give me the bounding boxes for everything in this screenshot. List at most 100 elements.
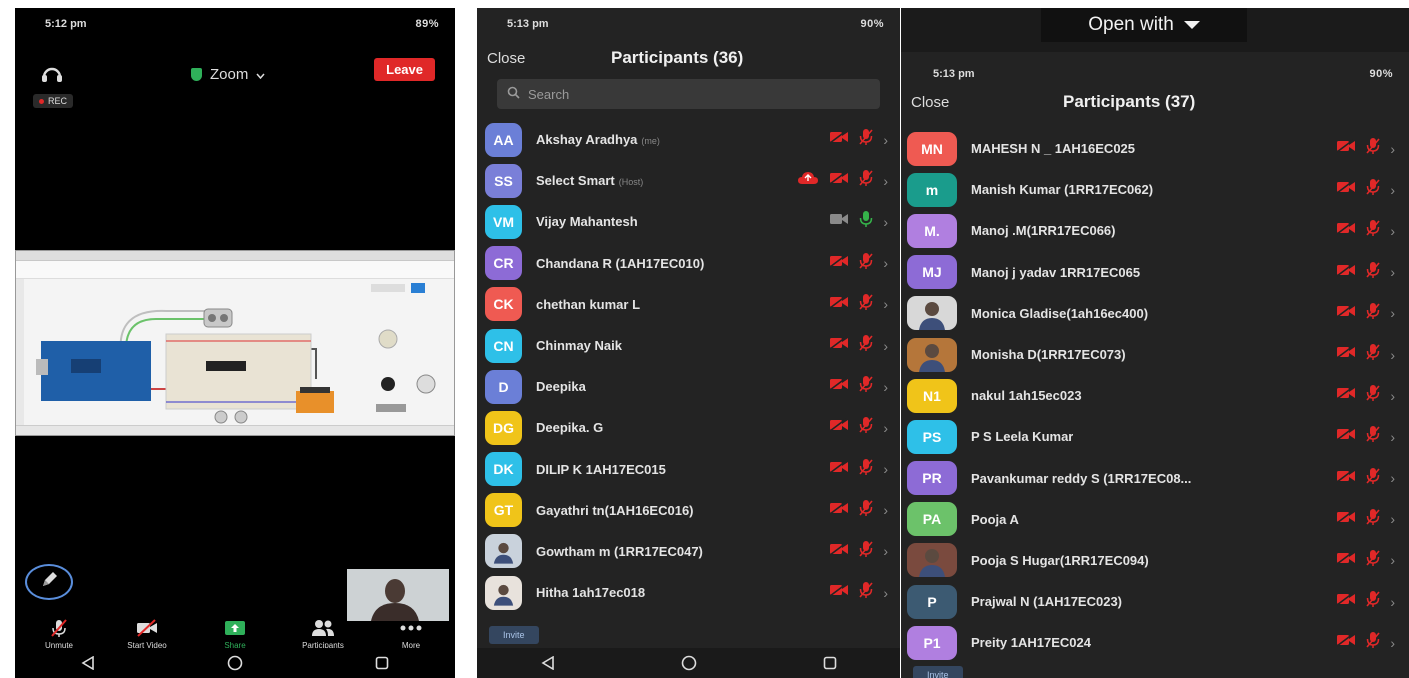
participant-row[interactable]: Gowtham m (1RR17EC047) › [477,531,900,572]
chevron-right-icon[interactable]: › [1390,635,1395,651]
chevron-right-icon[interactable]: › [883,379,888,395]
close-button[interactable]: Close [911,94,949,111]
participant-name: P S Leela Kumar [971,429,1073,444]
back-icon[interactable] [68,653,108,673]
speaker-switch-icon[interactable] [39,62,65,86]
chevron-right-icon[interactable]: › [883,296,888,312]
chevron-right-icon[interactable]: › [1390,305,1395,321]
mic-muted-icon [859,416,873,439]
chevron-right-icon[interactable]: › [883,173,888,189]
chevron-right-icon[interactable]: › [883,543,888,559]
open-with-button[interactable]: Open with [1041,8,1247,42]
participant-name-text: Chinmay Naik [536,338,622,354]
chevron-right-icon[interactable]: › [1390,388,1395,404]
avatar: CK [485,287,522,322]
participant-status-icons: › [1336,631,1395,654]
participant-row[interactable]: Pooja S Hugar(1RR17EC094) › [901,540,1409,581]
participant-status-icons: › [1336,302,1395,325]
avatar: DG [485,410,522,445]
participant-row[interactable]: Monisha D(1RR17EC073) › [901,334,1409,375]
participant-row[interactable]: MN MAHESH N _ 1AH16EC025 › [901,128,1409,169]
video-off-icon [1336,468,1356,488]
self-video-thumbnail[interactable] [347,569,449,621]
chevron-right-icon[interactable]: › [1390,182,1395,198]
participants-header: Close Participants (37) [901,92,1409,120]
participant-row[interactable]: Monica Gladise(1ah16ec400) › [901,293,1409,334]
avatar-photo [907,337,957,372]
invite-button[interactable]: Invite [913,666,963,678]
chevron-right-icon[interactable]: › [883,214,888,230]
participant-row[interactable]: P Prajwal N (1AH17EC023) › [901,581,1409,622]
participant-row[interactable]: PR Pavankumar reddy S (1RR17EC08... › [901,458,1409,499]
more-button[interactable]: More [371,618,451,650]
android-nav-bar [15,648,455,678]
participant-row[interactable]: CK chethan kumar L › [477,284,900,325]
invite-button[interactable]: Invite [489,626,539,644]
participant-row[interactable]: AA Akshay Aradhya (me) › [477,119,900,160]
chevron-right-icon[interactable]: › [883,461,888,477]
meeting-top-bar: Zoom Leave [15,56,455,92]
participant-row[interactable]: M. Manoj .M(1RR17EC066) › [901,210,1409,251]
back-icon[interactable] [528,653,568,673]
mic-muted-icon [859,334,873,357]
participant-row[interactable]: P1 Preity 1AH17EC024 › [901,622,1409,663]
avatar: P1 [907,625,957,660]
video-off-icon [829,295,849,314]
participant-name-text: nakul 1ah15ec023 [971,388,1082,404]
chevron-right-icon[interactable]: › [883,420,888,436]
chevron-right-icon[interactable]: › [883,132,888,148]
leave-button[interactable]: Leave [374,58,435,81]
chevron-right-icon[interactable]: › [883,585,888,601]
participant-row[interactable]: m Manish Kumar (1RR17EC062) › [901,169,1409,210]
chevron-right-icon[interactable]: › [883,338,888,354]
chevron-right-icon[interactable]: › [1390,552,1395,568]
participant-row[interactable]: N1 nakul 1ah15ec023 › [901,375,1409,416]
participant-row[interactable]: MJ Manoj j yadav 1RR17EC065 › [901,252,1409,293]
participant-row[interactable]: DG Deepika. G › [477,407,900,448]
chevron-right-icon[interactable]: › [883,255,888,271]
participant-name: Deepika. G [536,420,603,435]
participant-row[interactable]: PA Pooja A › [901,499,1409,540]
share-button[interactable]: Share [195,618,275,650]
participant-name-text: DILIP K 1AH17EC015 [536,461,666,477]
participant-name: Gowtham m (1RR17EC047) [536,544,703,559]
chevron-right-icon[interactable]: › [1390,141,1395,157]
close-button[interactable]: Close [487,50,525,67]
annotate-button[interactable] [25,564,73,600]
search-input[interactable]: Search [497,79,880,109]
participant-row[interactable]: GT Gayathri tn(1AH16EC016) › [477,490,900,531]
meeting-title[interactable]: Zoom [191,66,265,83]
unmute-button[interactable]: Unmute [19,618,99,650]
participant-row[interactable]: VM Vijay Mahantesh › [477,201,900,242]
participant-name-text: Manoj .M(1RR17EC066) [971,223,1116,239]
mic-muted-icon [859,581,873,604]
chevron-right-icon[interactable]: › [1390,347,1395,363]
participant-row[interactable]: DK DILIP K 1AH17EC015 › [477,449,900,490]
chevron-right-icon[interactable]: › [1390,429,1395,445]
participant-name-text: Prajwal N (1AH17EC023) [971,594,1123,610]
video-off-icon [1336,139,1356,158]
home-icon[interactable] [669,653,709,673]
participant-row[interactable]: SS Select Smart (Host) › [477,160,900,201]
participant-row[interactable]: PS P S Leela Kumar › [901,416,1409,457]
chevron-right-icon[interactable]: › [1390,470,1395,486]
participant-row[interactable]: CR Chandana R (1AH17EC010) › [477,243,900,284]
chevron-right-icon[interactable]: › [1390,511,1395,527]
participant-status-icons: › [829,252,888,275]
chevron-right-icon[interactable]: › [1390,264,1395,280]
recents-icon[interactable] [362,653,402,673]
participant-row[interactable]: Hitha 1ah17ec018 › [477,572,900,613]
shared-screen-view[interactable] [15,250,455,436]
cloud-record-icon [797,171,819,190]
chevron-right-icon[interactable]: › [1390,223,1395,239]
start-video-button[interactable]: Start Video [107,618,187,650]
recents-icon[interactable] [810,653,850,673]
participant-status-icons: › [829,581,888,604]
chevron-right-icon[interactable]: › [1390,594,1395,610]
home-icon[interactable] [215,653,255,673]
chevron-right-icon[interactable]: › [883,502,888,518]
participants-button[interactable]: Participants [283,618,363,650]
mic-muted-icon [859,128,873,151]
participant-row[interactable]: D Deepika › [477,366,900,407]
participant-row[interactable]: CN Chinmay Naik › [477,325,900,366]
